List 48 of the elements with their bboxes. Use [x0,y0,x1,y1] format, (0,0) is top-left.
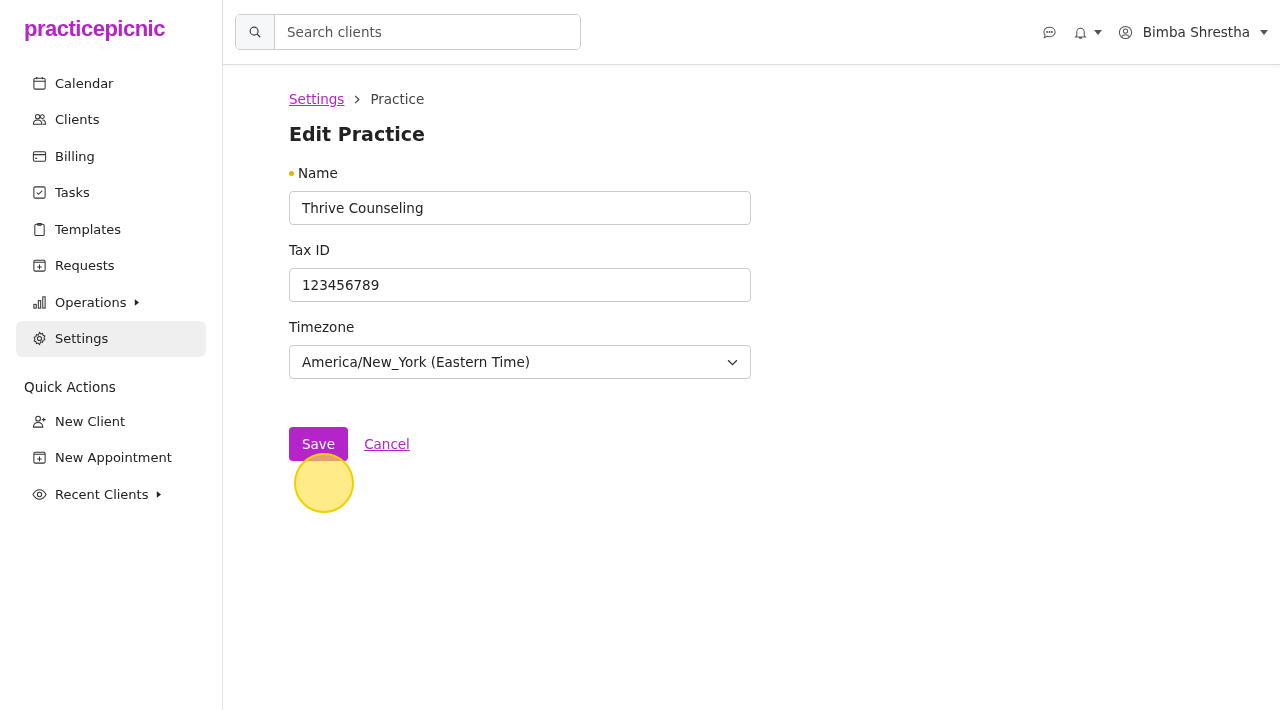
nav-item[interactable]: Settings [16,320,206,357]
user-avatar-icon [1117,24,1133,40]
calendar-plus-icon [32,450,47,466]
bar-chart-icon [32,294,47,310]
settings-icon [32,331,47,347]
caret-icon [156,490,162,498]
page-title: Edit Practice [289,123,426,145]
cancel-link[interactable]: Cancel [364,436,410,452]
nav-item[interactable]: Requests [16,247,206,284]
search-field[interactable]: Search clients [235,14,581,50]
search-button[interactable] [236,15,275,49]
breadcrumb-current: Practice [370,91,425,107]
nav-item[interactable]: Templates [16,211,206,248]
field-label: Name [298,165,338,181]
nav-item[interactable]: Tasks [16,174,206,211]
field-label: Tax ID [289,242,330,258]
search-icon [248,25,262,39]
click-indicator [294,453,354,513]
clipboard-icon [32,221,47,237]
user-menu[interactable]: Bimba Shrestha [1117,24,1268,40]
chevron-right-icon [354,94,361,104]
chat-icon[interactable] [1041,24,1057,40]
people-icon [32,112,47,128]
nav-item[interactable]: New Appointment [16,439,206,476]
person-plus-icon [32,413,47,429]
nav-item[interactable]: Clients [16,101,206,138]
save-button[interactable]: Save [289,427,349,461]
field-label: Timezone [289,319,355,335]
eye-icon [32,486,47,502]
brand-logo[interactable]: practicepicnic [16,0,206,65]
caret-icon [1260,29,1268,35]
chevron-down-icon [727,358,738,366]
nav-item[interactable]: Billing [16,138,206,175]
text-field[interactable]: 123456789 [289,268,751,302]
calendar-icon [32,75,47,91]
caret-icon [1093,29,1102,35]
nav-item[interactable]: Operations [16,284,206,321]
nav-item[interactable]: Calendar [16,65,206,102]
caret-icon [134,298,140,306]
calendar-plus-icon [32,258,47,274]
section-heading: Quick Actions [23,378,117,397]
nav-item[interactable]: New Client [16,403,206,440]
nav-item[interactable]: Recent Clients [16,476,206,513]
breadcrumb-link[interactable]: Settings [289,91,345,107]
card-icon [32,148,47,164]
timezone-dropdown[interactable]: America/New_York (Eastern Time) [289,345,751,379]
text-field[interactable]: Thrive Counseling [289,191,751,225]
checkbox-icon [32,185,47,201]
